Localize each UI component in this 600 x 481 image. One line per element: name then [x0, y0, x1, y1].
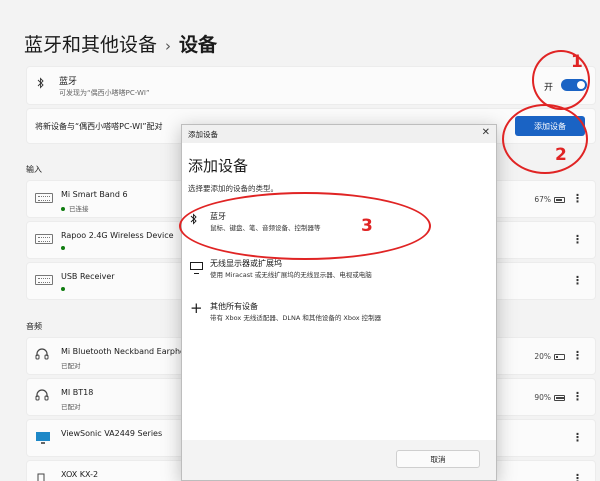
more-icon[interactable]: ⋮: [572, 233, 583, 246]
more-icon[interactable]: ⋮: [572, 192, 583, 205]
annotation-circle: [502, 104, 588, 174]
dialog-titlebar: 添加设备 ✕: [182, 125, 496, 143]
section-label-input: 输入: [26, 165, 42, 174]
option-description: 带有 Xbox 无线适配器、DLNA 和其他设备的 Xbox 控制器: [210, 314, 382, 322]
headphones-icon: [35, 387, 53, 401]
headphones-icon: [35, 346, 53, 360]
add-device-dialog: 添加设备 ✕ 添加设备 选择要添加的设备的类型。 蓝牙 鼠标、键盘、笔、音频设备…: [181, 124, 497, 481]
dialog-heading: 添加设备: [188, 157, 249, 175]
breadcrumb-separator: ›: [165, 37, 172, 55]
battery-icon: [554, 197, 565, 203]
more-icon[interactable]: ⋮: [572, 349, 583, 362]
battery-fill: [556, 397, 564, 399]
battery-indicator: 67%: [534, 195, 565, 204]
keyboard-icon: [35, 193, 53, 203]
device-status-text: 已配对: [61, 403, 81, 411]
bluetooth-title: 蓝牙: [59, 77, 78, 87]
battery-icon: [554, 354, 565, 360]
option-title: 其他所有设备: [210, 302, 258, 311]
more-icon[interactable]: ⋮: [572, 274, 583, 287]
section-label-audio: 音频: [26, 322, 42, 331]
battery-icon: [554, 395, 565, 401]
battery-fill: [556, 199, 562, 201]
dialog-footer: 取消: [182, 440, 496, 480]
device-name: Mi Bluetooth Neckband Earphones: [61, 347, 200, 356]
device-name: USB Receiver: [61, 272, 115, 281]
bluetooth-discoverable-text: 可发现为“偶西小嗒嗒PC-WI”: [59, 89, 150, 97]
battery-percent: 90%: [534, 393, 551, 402]
monitor-icon: [35, 430, 53, 444]
option-wireless-display[interactable]: 无线显示器或扩展坞 使用 Miracast 或无线扩展坞的无线显示器、电视或电脑: [186, 256, 486, 290]
annotation-number: 2: [555, 145, 567, 165]
annotation-number: 3: [361, 216, 373, 236]
device-status: [61, 285, 69, 293]
cancel-button[interactable]: 取消: [396, 450, 480, 468]
device-name: ViewSonic VA2449 Series: [61, 429, 163, 438]
battery-percent: 20%: [534, 352, 551, 361]
battery-percent: 67%: [534, 195, 551, 204]
plus-icon: +: [190, 299, 203, 317]
option-title: 无线显示器或扩展坞: [210, 259, 282, 268]
annotation-circle: [179, 192, 431, 260]
more-icon[interactable]: ⋮: [572, 472, 583, 481]
keyboard-icon: [35, 275, 53, 285]
connected-dot: [61, 287, 65, 291]
close-icon[interactable]: ✕: [482, 127, 490, 138]
speaker-icon: [35, 471, 53, 481]
device-status-text: 已配对: [61, 362, 81, 370]
device-name: XOX KX-2: [61, 470, 99, 479]
device-name: Mi Smart Band 6: [61, 190, 128, 199]
battery-indicator: 90%: [534, 393, 565, 402]
pair-new-device-text: 将新设备与“偶西小嗒嗒PC-WI”配对: [35, 122, 163, 131]
page-title: 设备: [179, 34, 218, 56]
battery-indicator: 20%: [534, 352, 565, 361]
breadcrumb: 蓝牙和其他设备 › 设备: [24, 30, 217, 57]
keyboard-icon: [35, 234, 53, 244]
device-name: MI BT18: [61, 388, 94, 397]
more-icon[interactable]: ⋮: [572, 390, 583, 403]
connected-dot: [61, 246, 65, 250]
device-name: Rapoo 2.4G Wireless Device: [61, 231, 174, 240]
device-status: [61, 244, 69, 252]
connected-dot: [61, 207, 65, 211]
dialog-subheading: 选择要添加的设备的类型。: [188, 184, 278, 193]
device-status: 已连接: [61, 203, 89, 213]
bluetooth-row: 蓝牙 可发现为“偶西小嗒嗒PC-WI” 开: [26, 66, 596, 105]
dialog-titlebar-text: 添加设备: [188, 130, 218, 139]
more-icon[interactable]: ⋮: [572, 431, 583, 444]
option-description: 使用 Miracast 或无线扩展坞的无线显示器、电视或电脑: [210, 271, 372, 279]
option-everything-else[interactable]: + 其他所有设备 带有 Xbox 无线适配器、DLNA 和其他设备的 Xbox …: [186, 299, 486, 333]
breadcrumb-parent[interactable]: 蓝牙和其他设备: [24, 34, 157, 56]
bluetooth-icon: [37, 77, 45, 92]
battery-fill: [556, 356, 558, 358]
device-status-text: 已连接: [69, 205, 89, 213]
annotation-number: 1: [571, 52, 583, 72]
monitor-icon: [190, 262, 203, 274]
